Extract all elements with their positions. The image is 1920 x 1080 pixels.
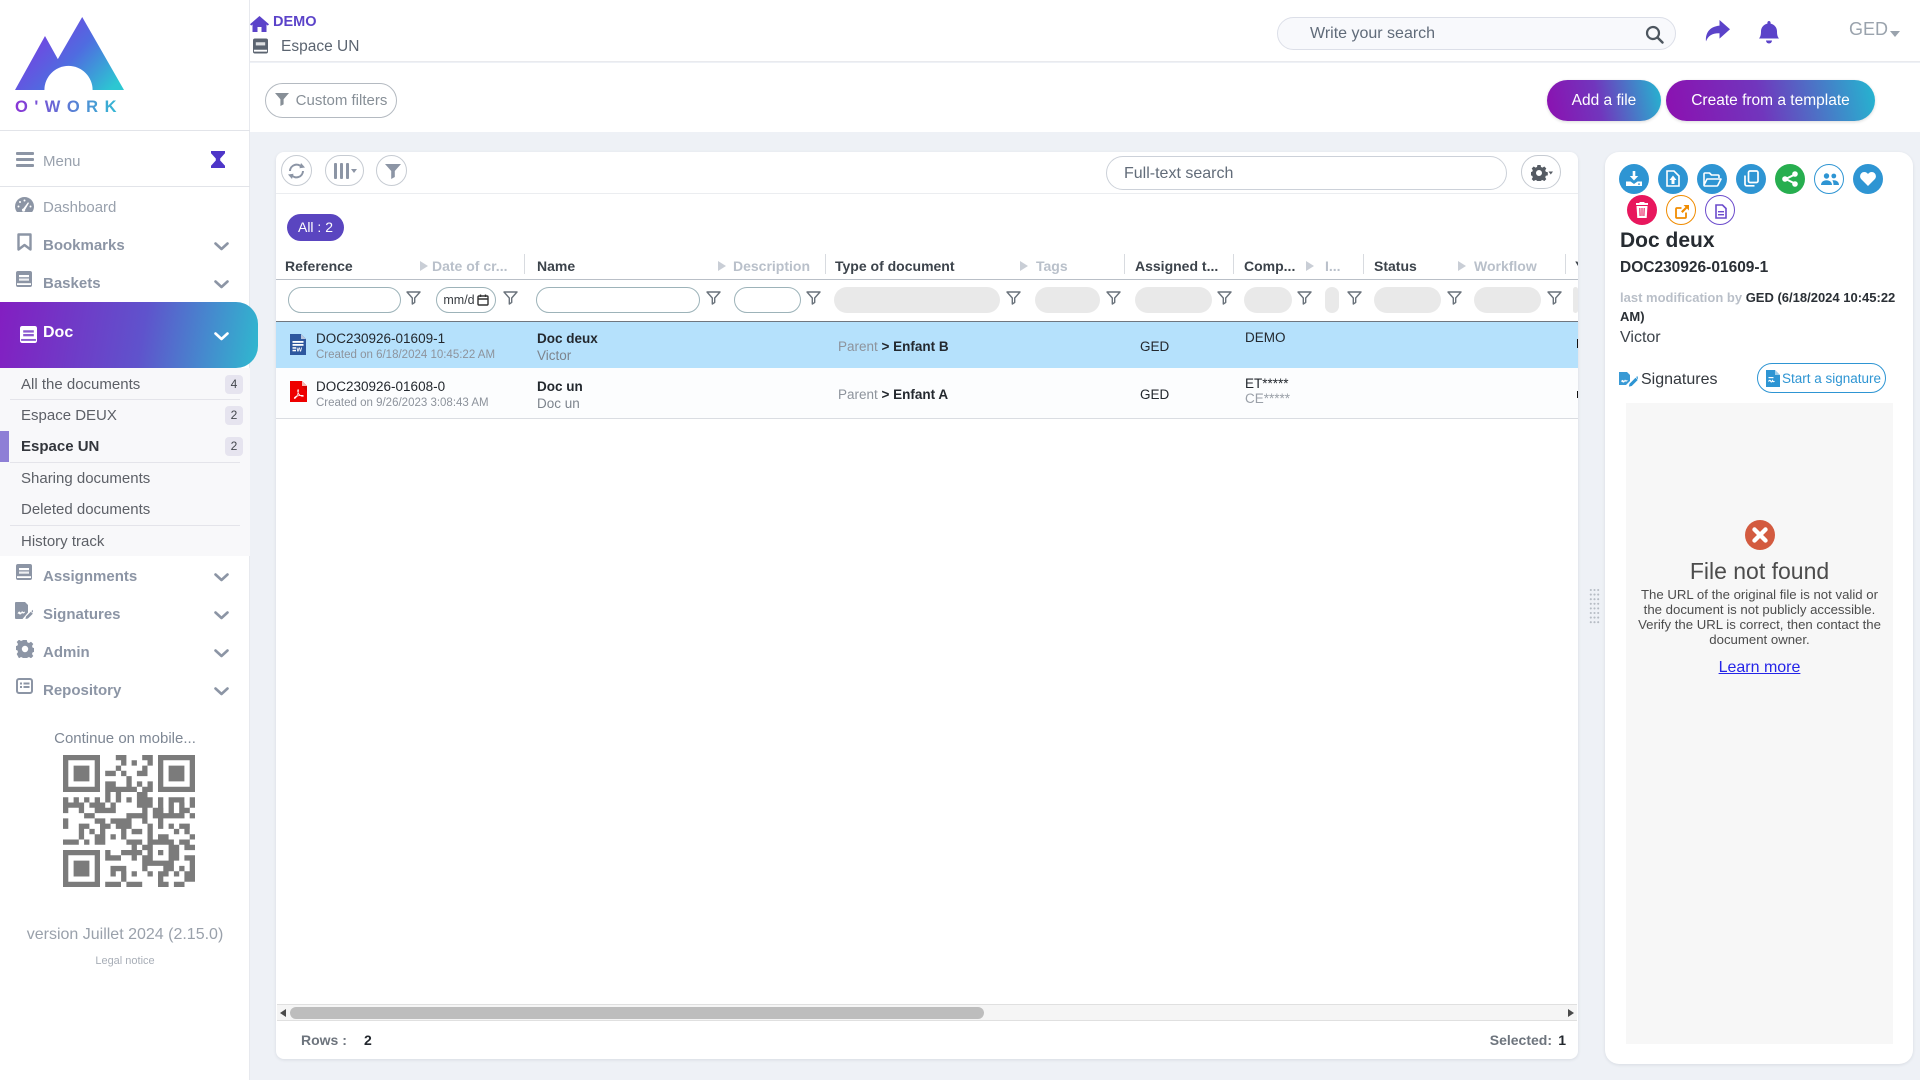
svg-text:O'WORK: O'WORK [15, 98, 123, 116]
svg-text:w: w [296, 347, 303, 354]
